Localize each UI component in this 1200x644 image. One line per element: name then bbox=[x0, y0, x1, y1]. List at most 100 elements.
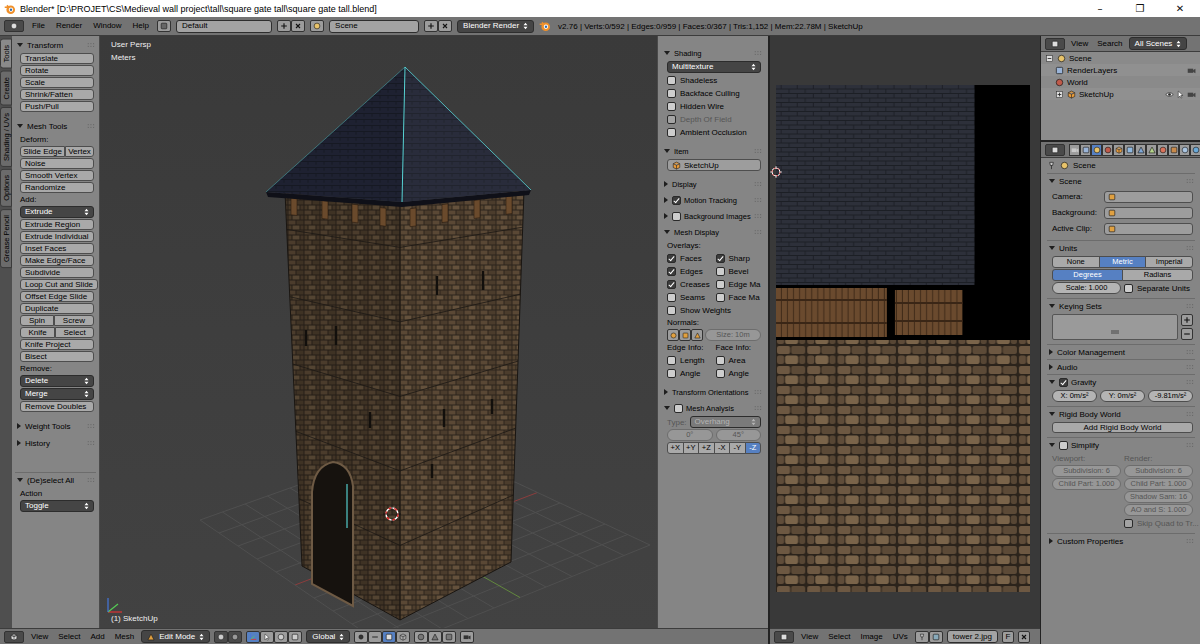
tool-shelf-tab[interactable]: Shading / UVs bbox=[0, 107, 12, 167]
checkbox[interactable] bbox=[667, 89, 676, 98]
menu-item[interactable]: Select bbox=[825, 632, 853, 642]
tool-button[interactable]: Subdivide bbox=[20, 267, 94, 278]
editor-type-button[interactable] bbox=[1045, 38, 1065, 50]
dropdown[interactable]: Multitexture bbox=[667, 61, 761, 73]
layout-field[interactable]: Default bbox=[176, 20, 272, 33]
render-engine-dropdown[interactable]: Blender Render bbox=[457, 20, 534, 33]
panel-header[interactable]: Rigid Body World bbox=[1047, 407, 1195, 421]
panel-header[interactable]: History bbox=[15, 436, 96, 450]
menu-item[interactable]: Select bbox=[55, 632, 83, 642]
number-field[interactable]: Child Part: 1.000 bbox=[1052, 478, 1121, 490]
panel-header[interactable]: Units bbox=[1047, 241, 1195, 255]
edge-select-button[interactable] bbox=[368, 631, 382, 643]
checkbox[interactable] bbox=[1124, 284, 1133, 293]
tool-button[interactable]: Screw bbox=[54, 315, 94, 326]
tower-wall[interactable] bbox=[400, 190, 524, 620]
2d-cursor-icon[interactable] bbox=[770, 166, 782, 178]
id-field[interactable] bbox=[1104, 223, 1193, 235]
window-control-button[interactable]: ❐ bbox=[1120, 0, 1160, 17]
checkbox-row[interactable]: Angle bbox=[667, 367, 713, 379]
normal-size-field[interactable]: Size: 10m bbox=[705, 329, 761, 341]
type-dropdown[interactable]: Overhang bbox=[690, 416, 761, 428]
mode-dropdown[interactable]: Edit Mode bbox=[141, 630, 210, 643]
menu-item[interactable]: Render bbox=[53, 21, 85, 31]
number-field[interactable]: 0° bbox=[667, 429, 713, 441]
checkbox[interactable] bbox=[667, 356, 676, 365]
split-normal-toggle[interactable] bbox=[679, 329, 691, 341]
checkbox[interactable] bbox=[716, 267, 725, 276]
panel-header[interactable]: Mesh Display bbox=[662, 225, 763, 239]
delete-scene-button[interactable] bbox=[438, 20, 452, 32]
number-field[interactable]: Subdivision: 6 bbox=[1052, 465, 1121, 477]
tower-roof[interactable] bbox=[266, 67, 405, 202]
action-button[interactable]: Add Rigid Body World bbox=[1052, 422, 1193, 433]
tool-shelf-tab[interactable]: Create bbox=[0, 71, 12, 106]
panel-header[interactable]: Gravity bbox=[1047, 375, 1195, 389]
checkbox-row[interactable]: Creases bbox=[667, 278, 713, 290]
panel-header[interactable]: Mesh Tools bbox=[15, 119, 96, 133]
context-tab[interactable] bbox=[1157, 144, 1168, 156]
add-layout-button[interactable] bbox=[277, 20, 291, 32]
menu-item[interactable]: View bbox=[28, 632, 51, 642]
context-tab[interactable] bbox=[1124, 144, 1135, 156]
menu-item[interactable]: View bbox=[1068, 39, 1091, 49]
number-field[interactable]: Child Part: 1.000 bbox=[1124, 478, 1193, 490]
number-field[interactable]: AO and S: 1.000 bbox=[1124, 504, 1193, 516]
tower-roof[interactable] bbox=[402, 67, 531, 202]
panel-header[interactable]: Scene bbox=[1047, 174, 1195, 188]
number-field[interactable]: Y: 0m/s² bbox=[1100, 390, 1145, 402]
context-tab[interactable] bbox=[1113, 144, 1124, 156]
checkbox[interactable] bbox=[667, 128, 676, 137]
tool-button[interactable]: Knife Project bbox=[20, 339, 94, 350]
context-tab[interactable] bbox=[1179, 144, 1190, 156]
panel-checkbox[interactable] bbox=[672, 196, 681, 205]
tool-button[interactable]: Noise bbox=[20, 158, 94, 169]
pin-button[interactable] bbox=[915, 631, 929, 643]
checkbox[interactable] bbox=[716, 356, 725, 365]
add-button[interactable] bbox=[1181, 314, 1193, 326]
context-tab[interactable] bbox=[1080, 144, 1091, 156]
panel-header[interactable]: Weight Tools bbox=[15, 419, 96, 433]
checkbox[interactable] bbox=[667, 267, 676, 276]
proportional-edit-button[interactable] bbox=[414, 631, 428, 643]
panel-header[interactable]: (De)select All bbox=[15, 473, 96, 487]
number-field[interactable]: X: 0m/s² bbox=[1052, 390, 1097, 402]
checkbox-row[interactable]: Separate Units bbox=[1124, 282, 1193, 294]
checkbox[interactable] bbox=[1124, 519, 1133, 528]
checkbox[interactable] bbox=[667, 280, 676, 289]
orientation-dropdown[interactable]: Global bbox=[306, 630, 350, 643]
checkbox[interactable] bbox=[716, 254, 725, 263]
context-tab[interactable] bbox=[1190, 144, 1200, 156]
scale-field[interactable]: Scale: 1.000 bbox=[1052, 282, 1121, 294]
tool-button[interactable]: Duplicate bbox=[20, 303, 94, 314]
menu-item[interactable]: View bbox=[798, 632, 821, 642]
checkbox-row[interactable]: Skip Quad to Tr... bbox=[1124, 517, 1193, 529]
add-scene-button[interactable] bbox=[424, 20, 438, 32]
unlink-image-button[interactable] bbox=[1018, 631, 1030, 643]
checkbox[interactable] bbox=[667, 76, 676, 85]
checkbox[interactable] bbox=[667, 306, 676, 315]
tool-shelf-tab[interactable]: Tools bbox=[0, 39, 12, 69]
panel-checkbox[interactable] bbox=[672, 212, 681, 221]
face-normal-toggle[interactable] bbox=[691, 329, 703, 341]
id-field[interactable] bbox=[1104, 191, 1193, 203]
scale-manipulator[interactable] bbox=[288, 631, 302, 643]
checkbox[interactable] bbox=[667, 254, 676, 263]
outliner-row[interactable]: RenderLayers bbox=[1041, 64, 1200, 76]
tool-button[interactable]: Shrink/Fatten bbox=[20, 89, 94, 100]
panel-header[interactable]: Shading bbox=[662, 46, 763, 60]
tool-button[interactable]: Push/Pull bbox=[20, 101, 94, 112]
panel-header[interactable]: Color Management bbox=[1047, 345, 1195, 359]
tool-button[interactable]: Translate bbox=[20, 53, 94, 64]
checkbox-row[interactable]: Depth Of Field bbox=[667, 113, 761, 125]
id-field[interactable] bbox=[1104, 207, 1193, 219]
option-toggle[interactable]: Degrees bbox=[1052, 269, 1123, 281]
editor-type-button[interactable] bbox=[4, 20, 24, 32]
tool-button[interactable]: Randomize bbox=[20, 182, 94, 193]
3d-cursor-icon[interactable] bbox=[383, 505, 401, 523]
outliner-row[interactable]: SketchUp bbox=[1041, 88, 1200, 100]
panel-header[interactable]: Background Images bbox=[662, 209, 763, 223]
snap-button[interactable] bbox=[428, 631, 442, 643]
option-toggle[interactable]: None bbox=[1052, 256, 1100, 268]
option-toggle[interactable]: Imperial bbox=[1145, 256, 1193, 268]
